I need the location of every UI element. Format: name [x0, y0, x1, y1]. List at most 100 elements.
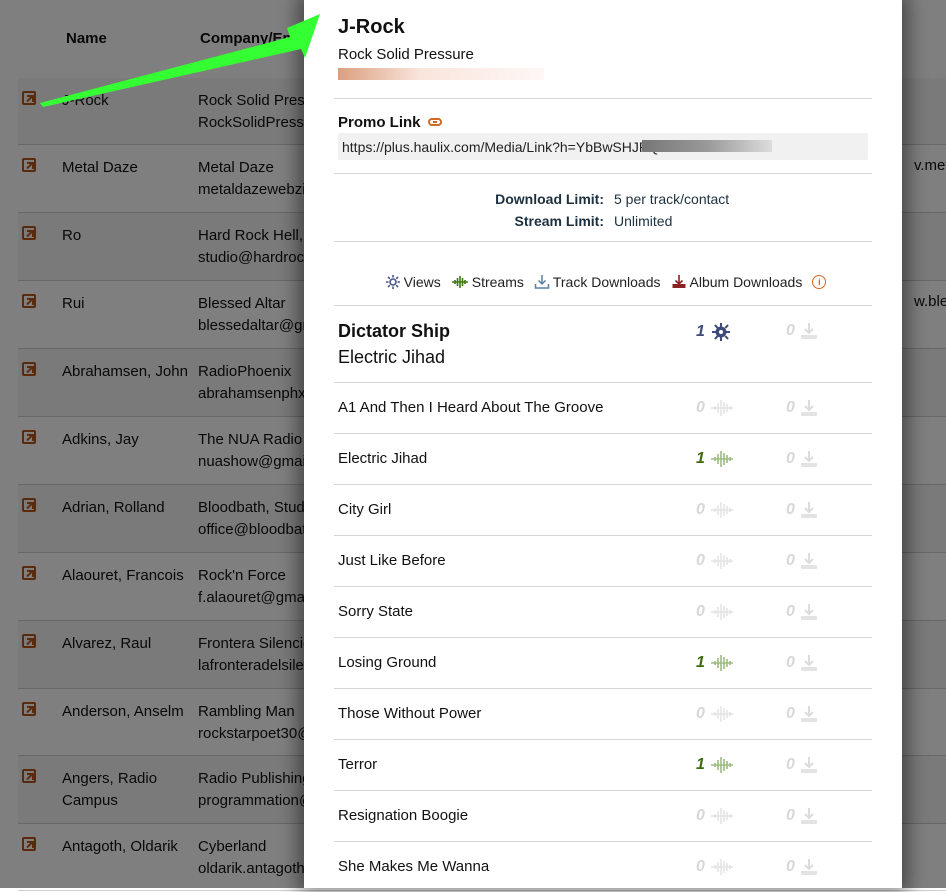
track-streams-count: 0 [696, 858, 705, 875]
album-views-count: 1 [696, 323, 705, 340]
track-title: Losing Ground [338, 654, 437, 671]
track-row: City Girl 0 0 [334, 484, 872, 535]
track-streams-stat: 0 [696, 705, 734, 723]
track-title: Electric Jihad [338, 450, 428, 467]
divider [334, 173, 872, 174]
track-streams-count: 0 [696, 552, 705, 569]
track-downloads-count: 0 [786, 603, 795, 620]
promo-link-label-text: Promo Link [338, 114, 421, 131]
annotation-arrow [40, 14, 320, 107]
track-row: Electric Jihad 1 0 [334, 433, 872, 484]
views-gear-icon [712, 323, 730, 341]
streams-waveform-icon [711, 706, 733, 722]
download-icon [801, 451, 817, 467]
info-icon[interactable]: i [812, 275, 827, 289]
track-downloads-stat: 0 [786, 501, 818, 519]
track-streams-stat: 0 [696, 552, 734, 570]
track-downloads-stat: 0 [786, 450, 818, 468]
legend-track-downloads-label: Track Downloads [552, 274, 661, 290]
track-streams-count: 0 [696, 807, 705, 824]
download-icon [801, 553, 817, 569]
track-downloads-stat: 0 [786, 399, 818, 417]
legend-views: Views [385, 274, 441, 290]
track-downloads-count: 0 [786, 705, 795, 722]
divider [334, 241, 872, 242]
download-limit-label: Download Limit: [495, 191, 604, 207]
track-title: City Girl [338, 501, 392, 518]
limits-section: Download Limit: 5 per track/contact Stre… [334, 188, 872, 232]
album-views-stat: 1 [696, 322, 732, 342]
contact-email-redacted[interactable] [338, 68, 544, 80]
streams-waveform-icon [711, 400, 733, 416]
album-artist: Electric Jihad [338, 347, 446, 367]
track-title: Resignation Boogie [338, 807, 469, 824]
legend-album-downloads: Album Downloads [671, 274, 803, 290]
contact-activity-modal: J-Rock Rock Solid Pressure Promo Link ht… [304, 0, 902, 888]
track-title: Terror [338, 756, 378, 773]
streams-waveform-icon [711, 451, 733, 467]
track-row: Resignation Boogie 0 0 [334, 790, 872, 841]
legend-album-downloads-label: Album Downloads [689, 274, 803, 290]
track-downloads-stat: 0 [786, 756, 818, 774]
album-download-icon [672, 275, 685, 288]
legend-streams: Streams [451, 274, 524, 290]
download-icon [801, 808, 817, 824]
track-streams-count: 1 [696, 756, 705, 773]
track-downloads-count: 0 [786, 399, 795, 416]
download-icon [801, 655, 817, 671]
track-row: Just Like Before 0 0 [334, 535, 872, 586]
download-limit-value: 5 per track/contact [614, 191, 730, 207]
track-downloads-count: 0 [786, 654, 795, 671]
track-title: Just Like Before [338, 552, 446, 569]
track-download-icon [534, 275, 550, 289]
link-icon[interactable] [427, 118, 442, 126]
track-downloads-count: 0 [786, 450, 795, 467]
streams-waveform-icon [711, 757, 733, 773]
track-row: Terror 1 0 [334, 739, 872, 790]
track-row: Sorry State 0 0 [334, 586, 872, 637]
download-icon [801, 706, 817, 722]
views-gear-icon [385, 275, 400, 289]
legend-views-label: Views [403, 274, 441, 290]
tracks-list: Dictator Ship Electric Jihad 1 0 A1 And … [334, 305, 872, 892]
album-downloads-stat: 0 [786, 322, 818, 340]
promo-link-url[interactable]: https://plus.haulix.com/Media/Link?h=YbB… [342, 139, 663, 155]
download-icon [801, 757, 817, 773]
track-downloads-stat: 0 [786, 552, 818, 570]
track-downloads-count: 0 [786, 858, 795, 875]
track-row: Losing Ground 1 0 [334, 637, 872, 688]
track-streams-count: 0 [696, 501, 705, 518]
promo-link-field[interactable]: https://plus.haulix.com/Media/Link?h=YbB… [338, 133, 868, 160]
promo-link-label: Promo Link [338, 114, 442, 131]
download-icon [801, 859, 817, 875]
track-downloads-stat: 0 [786, 654, 818, 672]
album-title: Dictator Ship [338, 321, 451, 341]
stats-legend: Views Streams Track Downloads Album Down… [334, 274, 872, 290]
album-downloads-count: 0 [786, 322, 795, 339]
track-title: Those Without Power [338, 705, 482, 722]
legend-track-downloads: Track Downloads [534, 274, 661, 290]
streams-waveform-icon [711, 808, 733, 824]
track-downloads-stat: 0 [786, 858, 818, 876]
download-icon [801, 323, 817, 339]
download-icon [801, 604, 817, 620]
streams-waveform-icon [711, 502, 733, 518]
track-streams-stat: 0 [696, 603, 734, 621]
streams-waveform-icon [711, 655, 733, 671]
streams-waveform-icon [451, 276, 468, 288]
track-downloads-count: 0 [786, 552, 795, 569]
track-streams-stat: 1 [696, 654, 734, 672]
track-streams-count: 1 [696, 654, 705, 671]
track-downloads-count: 0 [786, 501, 795, 518]
download-icon [801, 502, 817, 518]
track-streams-count: 0 [696, 603, 705, 620]
streams-waveform-icon [711, 604, 733, 620]
track-downloads-stat: 0 [786, 705, 818, 723]
legend-streams-label: Streams [471, 274, 524, 290]
album-row: Dictator Ship Electric Jihad 1 0 [334, 305, 872, 382]
track-downloads-stat: 0 [786, 807, 818, 825]
track-title: She Makes Me Wanna [338, 858, 490, 875]
track-streams-count: 0 [696, 399, 705, 416]
track-title: Sorry State [338, 603, 414, 620]
track-streams-stat: 0 [696, 807, 734, 825]
